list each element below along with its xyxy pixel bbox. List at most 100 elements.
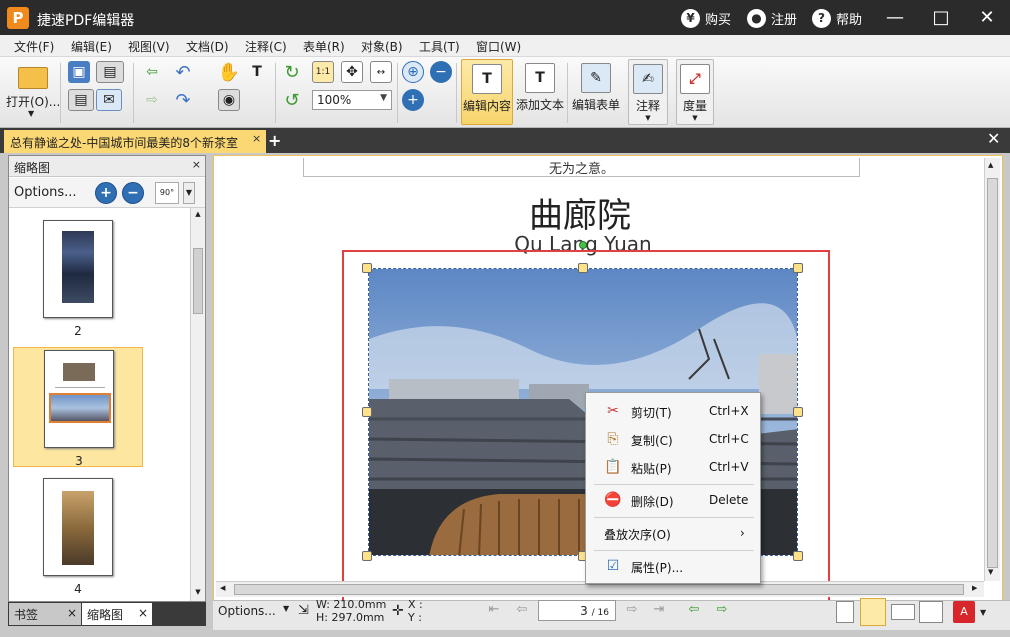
app-title: 捷速PDF编辑器 <box>37 13 135 29</box>
help-label: 帮助 <box>836 12 863 28</box>
open-button[interactable]: 打开(O)... <box>6 93 60 109</box>
buy-button[interactable]: ¥ 购买 <box>681 8 731 28</box>
thumbnail-page-3[interactable]: 3 <box>13 347 143 468</box>
register-label: 注册 <box>771 12 798 28</box>
register-button[interactable]: ● 注册 <box>747 8 797 28</box>
first-page-icon[interactable]: ⇤ <box>483 602 505 620</box>
page-number-field[interactable]: 3 / 16 <box>538 600 616 621</box>
back-view-icon[interactable]: ⇦ <box>683 602 705 620</box>
scrollbar-thumb[interactable] <box>193 248 203 314</box>
scroll-down-icon[interactable]: ▼ <box>193 588 203 596</box>
scrollbar-thumb[interactable] <box>234 584 964 595</box>
tab-document[interactable]: 总有静谧之处-中国城市间最美的8个新茶室 <box>4 130 266 153</box>
menu-separator <box>594 550 754 551</box>
menu-edit[interactable]: 编辑(E) <box>71 38 112 55</box>
menu-object[interactable]: 对象(B) <box>361 38 403 55</box>
page-title[interactable]: 曲廊院 <box>0 188 1010 237</box>
add-text-button[interactable]: T 添加文本 <box>514 59 566 125</box>
menu-item-paste[interactable]: 📋 粘贴(P) Ctrl+V <box>586 454 760 480</box>
menu-tools[interactable]: 工具(T) <box>419 38 460 55</box>
current-page: 3 <box>580 604 588 618</box>
print-icon[interactable]: ▤ <box>68 89 94 111</box>
menu-item-delete[interactable]: ⛔ 删除(D) Delete <box>586 487 760 513</box>
select-text-icon[interactable]: T <box>246 61 268 83</box>
cursor-position-icon: ✛ <box>392 603 404 619</box>
menu-separator <box>594 517 754 518</box>
close-window-button[interactable]: ✕ <box>972 5 1002 31</box>
pdf-icon[interactable]: A <box>953 601 975 623</box>
thumbnail-page-4[interactable]: 4 <box>13 478 143 598</box>
facing-view-icon[interactable] <box>891 604 915 620</box>
scroll-right-icon[interactable]: ▶ <box>972 584 977 592</box>
single-page-view-icon[interactable] <box>836 601 854 623</box>
open-dropdown-icon[interactable]: ▼ <box>28 109 34 118</box>
scrollbar-thumb[interactable] <box>987 178 998 568</box>
previous-page-icon[interactable]: ⇦ <box>511 602 533 620</box>
menu-window[interactable]: 窗口(W) <box>476 38 521 55</box>
edit-form-button[interactable]: ✎ 编辑表单 <box>570 59 622 125</box>
email-icon[interactable]: ✉ <box>96 89 122 111</box>
last-page-icon[interactable]: ⇥ <box>648 602 670 620</box>
forward-view-icon[interactable]: ⇨ <box>711 602 733 620</box>
next-page-icon[interactable]: ⇨ <box>621 602 643 620</box>
measure-button[interactable]: ⤢ 度量 ▼ <box>676 59 714 125</box>
fit-width-icon[interactable]: ↔ <box>370 61 392 83</box>
status-options-dropdown-icon[interactable]: ▼ <box>283 604 289 613</box>
thumbnail-number: 4 <box>74 582 82 596</box>
menu-item-copy[interactable]: ⎘ 复制(C) Ctrl+C <box>586 426 760 452</box>
menu-document[interactable]: 文档(D) <box>186 38 229 55</box>
save-icon[interactable]: ▣ <box>68 61 90 83</box>
maximize-button[interactable]: □ <box>926 5 956 31</box>
undo-icon[interactable]: ↶ <box>172 61 194 83</box>
page-thumbnail <box>43 478 113 576</box>
paste-icon: 📋 <box>604 459 622 475</box>
thumbnail-scrollbar[interactable]: ▲ ▼ <box>190 208 205 601</box>
open-folder-icon[interactable] <box>16 63 50 93</box>
help-button[interactable]: ? 帮助 <box>812 8 862 28</box>
zoom-out-icon[interactable]: − <box>430 61 452 83</box>
zoom-in-icon[interactable]: + <box>402 89 424 111</box>
print-setup-icon[interactable]: ▤ <box>96 61 124 83</box>
vertical-scrollbar[interactable]: ▲ ▼ <box>984 158 1000 581</box>
scroll-down-icon[interactable]: ▼ <box>988 568 993 576</box>
menu-item-shortcut: Ctrl+V <box>709 460 749 474</box>
close-panel-icon[interactable]: × <box>192 158 201 171</box>
actual-size-icon[interactable]: 1:1 <box>312 61 334 83</box>
hand-tool-icon[interactable]: ✋ <box>218 61 240 83</box>
tab-thumbnails[interactable]: 缩略图 × <box>82 603 152 625</box>
menu-view[interactable]: 视图(V) <box>128 38 170 55</box>
import-icon[interactable]: ⇦ <box>141 61 163 83</box>
menu-form[interactable]: 表单(R) <box>303 38 345 55</box>
scroll-up-icon[interactable]: ▲ <box>988 161 993 169</box>
add-tab-button[interactable]: + <box>268 131 281 150</box>
close-all-tabs-button[interactable]: ✕ <box>987 129 1000 148</box>
export-icon[interactable]: ⇨ <box>141 89 163 111</box>
menu-comment[interactable]: 注释(C) <box>245 38 287 55</box>
status-options-button[interactable]: Options... <box>218 604 276 618</box>
rotate-clockwise-icon[interactable]: ↻ <box>281 61 303 83</box>
snapshot-icon[interactable]: ◉ <box>218 89 240 111</box>
redo-icon[interactable]: ↷ <box>172 89 194 111</box>
close-thumbnails-icon[interactable]: × <box>138 606 148 620</box>
pdf-dropdown-icon[interactable]: ▼ <box>980 608 986 617</box>
fit-page-icon[interactable]: ✥ <box>341 61 363 83</box>
continuous-view-icon[interactable] <box>860 598 886 626</box>
rotate-counterclockwise-icon[interactable]: ↺ <box>281 89 303 111</box>
menu-item-arrange[interactable]: 叠放次序(O) › <box>586 520 760 546</box>
menu-item-cut[interactable]: ✂ 剪切(T) Ctrl+X <box>586 398 760 424</box>
minimize-button[interactable]: — <box>880 5 910 31</box>
scroll-left-icon[interactable]: ◀ <box>220 584 225 592</box>
edit-content-button[interactable]: T 编辑内容 <box>461 59 513 125</box>
app-logo-icon: P <box>7 7 29 29</box>
close-bookmarks-icon[interactable]: × <box>67 606 77 620</box>
menu-file[interactable]: 文件(F) <box>14 38 54 55</box>
menu-item-properties[interactable]: ☑ 属性(P)... <box>586 553 760 579</box>
tab-bookmarks[interactable]: 书签 × <box>9 603 81 625</box>
close-tab-icon[interactable]: × <box>252 132 261 145</box>
copy-icon: ⎘ <box>607 431 619 447</box>
annotate-button[interactable]: ✍ 注释 ▼ <box>628 59 668 125</box>
grid-view-icon[interactable] <box>919 601 943 623</box>
zoom-select[interactable]: 100% ▼ <box>312 90 392 110</box>
zoom-in-area-icon[interactable]: ⊕ <box>402 61 424 83</box>
rotate-handle[interactable] <box>579 241 587 249</box>
